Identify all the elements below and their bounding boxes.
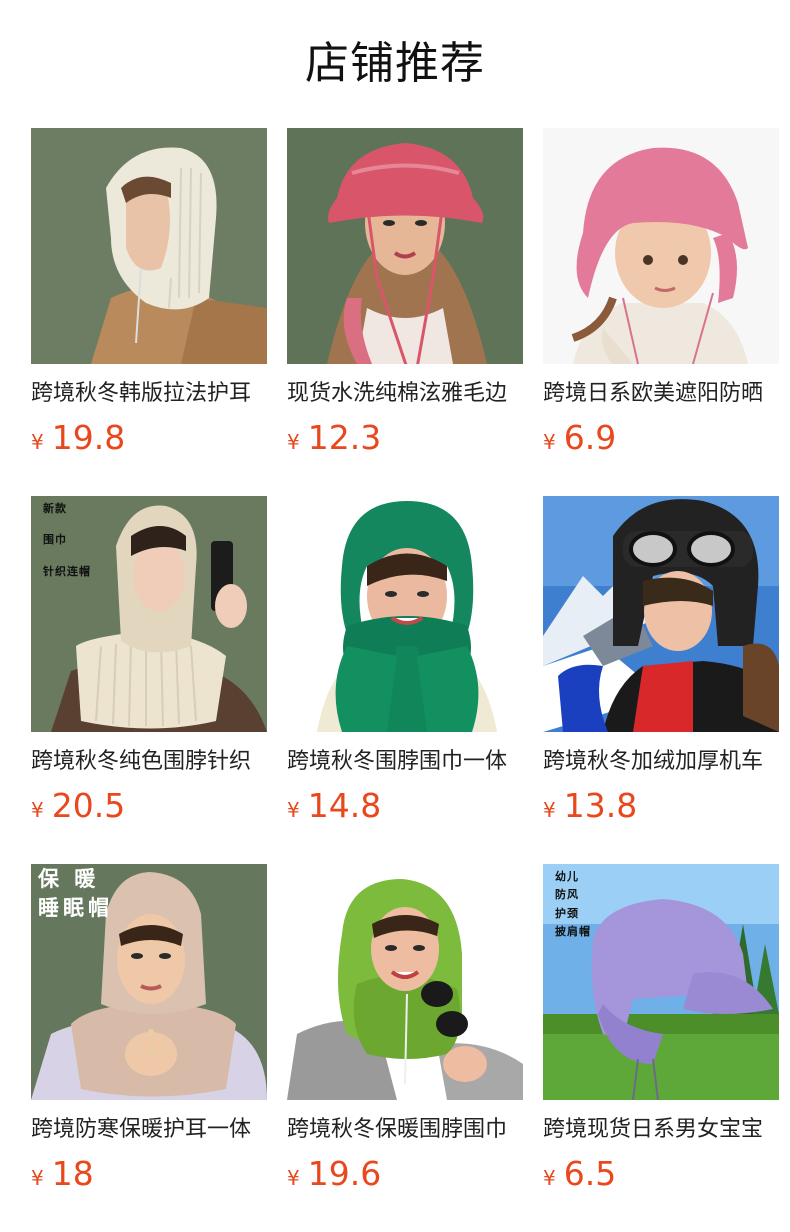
price-value: 18 (51, 1154, 94, 1193)
product-card[interactable]: 跨境秋冬加绒加厚机车 ¥ 13.8 (543, 496, 779, 826)
currency-symbol: ¥ (31, 430, 44, 454)
product-card[interactable]: 新款 围巾 针织连帽 跨境秋冬纯色围脖针织 ¥ 20.5 (31, 496, 267, 826)
price-value: 19.8 (51, 418, 126, 457)
product-image[interactable] (31, 128, 267, 364)
price-value: 12.3 (307, 418, 382, 457)
product-card[interactable]: 跨境日系欧美遮阳防晒 ¥ 6.9 (543, 128, 779, 458)
product-price: ¥ 19.6 (287, 1154, 523, 1194)
product-card[interactable]: 幼儿 防风 护颈 披肩帽 跨境现货日系男女宝宝 ¥ 6.5 (543, 864, 779, 1194)
product-image[interactable] (287, 128, 523, 364)
product-image[interactable]: 幼儿 防风 护颈 披肩帽 (543, 864, 779, 1100)
product-card[interactable]: 保 暖 睡眠帽 跨境防寒保暖护耳一体 ¥ 18 (31, 864, 267, 1194)
product-title[interactable]: 跨境秋冬纯色围脖针织 (31, 746, 267, 778)
product-card[interactable]: 现货水洗纯棉泫雅毛边 ¥ 12.3 (287, 128, 523, 458)
price-value: 6.9 (563, 418, 617, 457)
product-title[interactable]: 跨境秋冬保暖围脖围巾 (287, 1114, 523, 1146)
currency-symbol: ¥ (543, 1166, 556, 1190)
currency-symbol: ¥ (31, 1166, 44, 1190)
product-title[interactable]: 跨境现货日系男女宝宝 (543, 1114, 779, 1146)
product-title[interactable]: 跨境防寒保暖护耳一体 (31, 1114, 267, 1146)
product-image[interactable] (287, 496, 523, 732)
product-price: ¥ 6.9 (543, 418, 779, 458)
product-price: ¥ 12.3 (287, 418, 523, 458)
product-grid: 跨境秋冬韩版拉法护耳 ¥ 19.8 现货水洗纯棉泫雅毛边 ¥ 12.3 跨境日系… (31, 128, 790, 1194)
product-photo (31, 128, 267, 364)
promo-overlay: 幼儿 防风 护颈 披肩帽 (555, 870, 591, 938)
product-image[interactable]: 保 暖 睡眠帽 (31, 864, 267, 1100)
currency-symbol: ¥ (543, 798, 556, 822)
product-title[interactable]: 现货水洗纯棉泫雅毛边 (287, 378, 523, 410)
product-title[interactable]: 跨境秋冬围脖围巾一体 (287, 746, 523, 778)
product-photo (287, 864, 523, 1100)
product-image[interactable] (543, 496, 779, 732)
product-card[interactable]: 跨境秋冬围脖围巾一体 ¥ 14.8 (287, 496, 523, 826)
price-value: 19.6 (307, 1154, 382, 1193)
currency-symbol: ¥ (287, 1166, 300, 1190)
product-price: ¥ 13.8 (543, 786, 779, 826)
product-price: ¥ 14.8 (287, 786, 523, 826)
product-title[interactable]: 跨境秋冬加绒加厚机车 (543, 746, 779, 778)
currency-symbol: ¥ (287, 798, 300, 822)
price-value: 13.8 (563, 786, 638, 825)
product-title[interactable]: 跨境日系欧美遮阳防晒 (543, 378, 779, 410)
product-image[interactable] (287, 864, 523, 1100)
promo-overlay: 新款 围巾 针织连帽 (43, 502, 91, 578)
product-card[interactable]: 跨境秋冬保暖围脖围巾 ¥ 19.6 (287, 864, 523, 1194)
currency-symbol: ¥ (287, 430, 300, 454)
currency-symbol: ¥ (31, 798, 44, 822)
product-price: ¥ 6.5 (543, 1154, 779, 1194)
product-price: ¥ 18 (31, 1154, 267, 1194)
currency-symbol: ¥ (543, 430, 556, 454)
product-photo (287, 128, 523, 364)
product-title[interactable]: 跨境秋冬韩版拉法护耳 (31, 378, 267, 410)
product-price: ¥ 20.5 (31, 786, 267, 826)
section-title: 店铺推荐 (305, 38, 485, 89)
product-image[interactable] (543, 128, 779, 364)
price-value: 20.5 (51, 786, 126, 825)
product-photo (543, 496, 779, 732)
price-value: 14.8 (307, 786, 382, 825)
product-image[interactable]: 新款 围巾 针织连帽 (31, 496, 267, 732)
product-photo (287, 496, 523, 732)
promo-overlay: 保 暖 睡眠帽 (38, 867, 113, 921)
product-price: ¥ 19.8 (31, 418, 267, 458)
product-photo (543, 128, 779, 364)
product-card[interactable]: 跨境秋冬韩版拉法护耳 ¥ 19.8 (31, 128, 267, 458)
price-value: 6.5 (563, 1154, 617, 1193)
